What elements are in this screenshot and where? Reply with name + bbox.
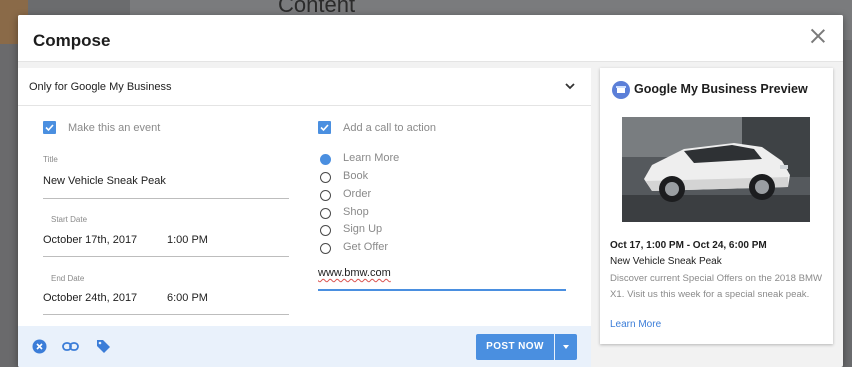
compose-form: Only for Google My Business Make this an…: [18, 68, 591, 367]
cta-option-label: Get Offer: [343, 241, 389, 253]
tag-icon[interactable]: [95, 338, 111, 354]
background-sidebar: [0, 44, 18, 367]
preview-event-name: New Vehicle Sneak Peak: [610, 256, 722, 267]
car-photo: [622, 117, 810, 222]
chevron-down-icon: [565, 83, 575, 90]
cta-radio-sign-up[interactable]: [320, 225, 331, 236]
end-date-underline: [43, 314, 289, 315]
end-time-input[interactable]: 6:00 PM: [167, 292, 208, 304]
cta-option-label: Sign Up: [343, 223, 383, 235]
cta-checkbox-label: Add a call to action: [343, 122, 436, 134]
cta-radio-shop[interactable]: [320, 208, 331, 219]
title-label: Title: [43, 155, 58, 164]
dialog-title: Compose: [33, 31, 111, 50]
post-type-value: Only for Google My Business: [29, 81, 172, 93]
preview-description: Discover current Special Offers on the 2…: [610, 273, 823, 300]
start-date-underline: [43, 256, 289, 257]
cta-option-label: Order: [343, 188, 372, 200]
cta-radio-learn-more[interactable]: [320, 154, 331, 165]
end-date-input[interactable]: October 24th, 2017: [43, 292, 137, 304]
start-date-label: Start Date: [51, 215, 88, 224]
post-now-button[interactable]: POST NOW: [476, 334, 554, 360]
compose-footer: POST NOW: [18, 326, 591, 367]
close-circle-icon[interactable]: [32, 339, 47, 354]
cta-url-input[interactable]: www.bmw.com: [318, 267, 391, 279]
dialog-header: Compose: [18, 15, 843, 62]
cta-option-label: Book: [343, 170, 369, 182]
cta-option-label: Learn More: [343, 152, 400, 164]
link-icon[interactable]: [62, 341, 79, 352]
gmb-preview-card: Google My Business Preview Oct 17, 1:00 …: [600, 68, 833, 344]
cta-radio-book[interactable]: [320, 172, 331, 183]
cta-radio-get-offer[interactable]: [320, 243, 331, 254]
compose-dialog: Compose Only for Google My Business Make…: [18, 15, 843, 367]
post-type-select[interactable]: Only for Google My Business: [18, 68, 591, 106]
title-underline: [43, 198, 289, 199]
cta-checkbox[interactable]: [318, 121, 331, 134]
start-time-input[interactable]: 1:00 PM: [167, 234, 208, 246]
post-options-dropdown[interactable]: [555, 334, 577, 360]
cta-url-underline: [318, 289, 566, 291]
start-date-input[interactable]: October 17th, 2017: [43, 234, 137, 246]
preview-title: Google My Business Preview: [634, 82, 808, 96]
title-input[interactable]: New Vehicle Sneak Peak: [43, 175, 166, 187]
event-checkbox-label: Make this an event: [68, 122, 161, 134]
preview-date-range: Oct 17, 1:00 PM - Oct 24, 6:00 PM: [610, 240, 767, 251]
cta-option-label: Shop: [343, 206, 369, 218]
event-checkbox[interactable]: [43, 121, 56, 134]
close-icon[interactable]: [807, 25, 829, 47]
end-date-label: End Date: [51, 274, 85, 283]
google-my-business-icon: [612, 81, 630, 99]
cta-radio-order[interactable]: [320, 190, 331, 201]
preview-learn-more-link[interactable]: Learn More: [610, 319, 661, 330]
